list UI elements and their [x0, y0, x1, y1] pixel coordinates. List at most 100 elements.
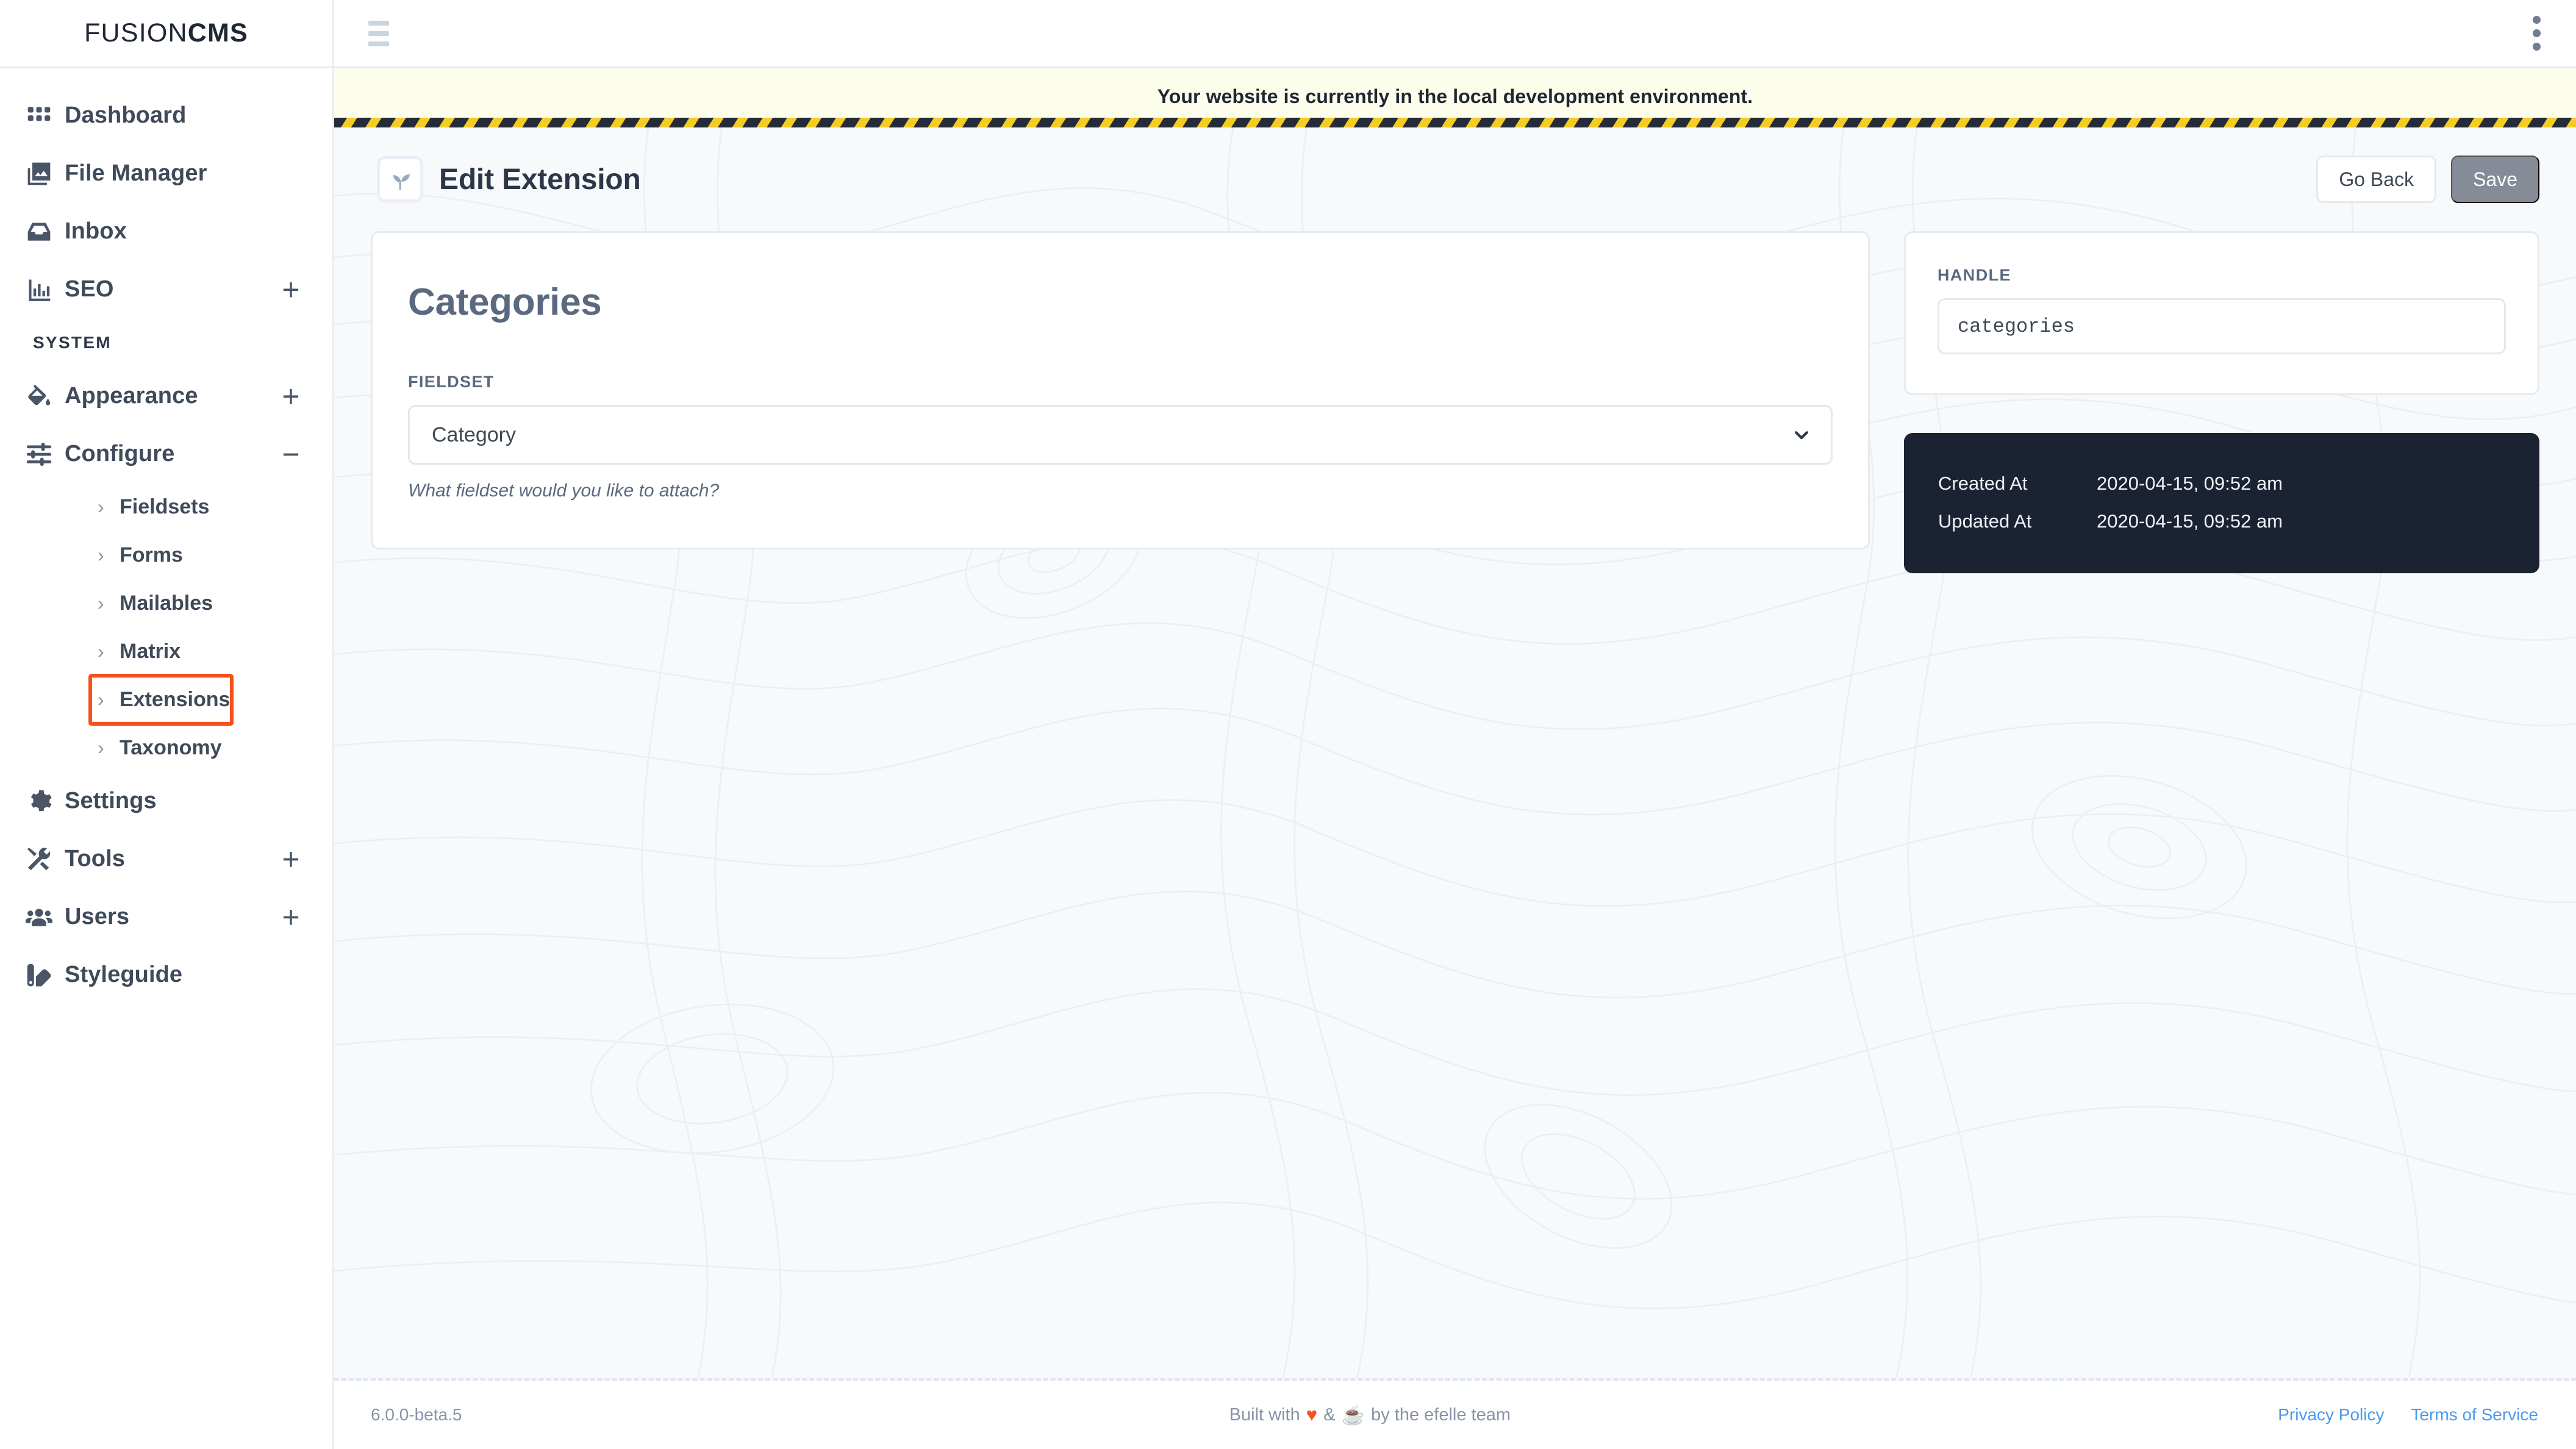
page-layout-row: Categories FIELDSET Category What fields… [371, 231, 2539, 573]
side-panel: HANDLE categories Created At 2020-04-15,… [1904, 231, 2539, 573]
sidebar-add-tools-button[interactable]: + [279, 844, 303, 875]
inbox-icon [26, 218, 65, 245]
brand-bold: CMS [187, 18, 248, 48]
chevron-right-icon: › [98, 544, 104, 566]
sidebar-item-users[interactable]: Users + [0, 888, 332, 946]
handle-input[interactable]: categories [1937, 298, 2506, 354]
handle-label: HANDLE [1937, 266, 2011, 284]
fieldset-select-wrap: Category [408, 405, 1833, 465]
hamburger-bar [368, 30, 389, 36]
metadata-key: Updated At [1938, 510, 2032, 532]
sidebar-expand-appearance-button[interactable]: + [279, 381, 303, 412]
hamburger-bar [368, 20, 389, 26]
swatch-icon [26, 962, 65, 989]
sidebar-item-forms[interactable]: › Forms [0, 531, 332, 579]
page-title: Edit Extension [439, 163, 641, 196]
paint-bucket-icon [26, 383, 65, 410]
credits-prefix: Built with [1229, 1404, 1300, 1425]
chevron-right-icon: › [98, 737, 104, 759]
metadata-row-updated: Updated At 2020-04-15, 09:52 am [1938, 503, 2505, 540]
sidebar-item-label: Dashboard [65, 102, 187, 128]
fieldset-help-text: What fieldset would you like to attach? [408, 481, 720, 501]
sidebar-item-appearance[interactable]: Appearance + [0, 367, 332, 425]
content-area: Edit Extension Go Back Save Categories F… [334, 127, 2576, 1381]
sidebar-item-taxonomy[interactable]: › Taxonomy [0, 724, 332, 772]
metadata-row-created: Created At 2020-04-15, 09:52 am [1938, 465, 2505, 503]
sidebar-subitem-label: Forms [120, 543, 183, 567]
sidebar-item-fieldsets[interactable]: › Fieldsets [0, 483, 332, 531]
sidebar-subitem-label: Taxonomy [120, 736, 222, 759]
sidebar-item-configure[interactable]: Configure − [0, 425, 332, 483]
sidebar-subitem-label: Fieldsets [120, 495, 210, 518]
sidebar-collapse-configure-button[interactable]: − [279, 439, 303, 470]
fieldset-select[interactable]: Category [408, 405, 1833, 465]
sidebar-item-matrix[interactable]: › Matrix [0, 628, 332, 676]
sidebar-nav: Dashboard File Manager Inbox SEO + SYSTE… [0, 68, 332, 1449]
images-icon [26, 160, 65, 187]
sidebar-item-file-manager[interactable]: File Manager [0, 145, 332, 202]
credits-amp: & [1323, 1404, 1336, 1425]
sidebar-add-users-button[interactable]: + [279, 902, 303, 932]
sidebar-item-dashboard[interactable]: Dashboard [0, 87, 332, 145]
credits-text: Built with ♥ & ☕ by the efelle team [1229, 1404, 1511, 1426]
chevron-right-icon: › [98, 496, 104, 518]
sidebar-item-tools[interactable]: Tools + [0, 830, 332, 888]
app-root: FUSIONCMS Dashboard File Manager Inbox S… [0, 0, 2576, 1449]
bar-chart-icon [26, 276, 65, 303]
sidebar-item-label: Styleguide [65, 962, 183, 987]
terms-of-service-link[interactable]: Terms of Service [2411, 1405, 2538, 1425]
kebab-dot [2533, 43, 2541, 51]
metadata-key: Created At [1938, 473, 2028, 494]
brand-light: FUSION [84, 18, 188, 48]
sidebar-item-inbox[interactable]: Inbox [0, 202, 332, 260]
footer: 6.0.0-beta.5 Built with ♥ & ☕ by the efe… [334, 1381, 2576, 1449]
metadata-value: 2020-04-15, 09:52 am [2097, 473, 2283, 494]
coffee-icon: ☕ [1341, 1404, 1365, 1426]
privacy-policy-link[interactable]: Privacy Policy [2278, 1405, 2384, 1425]
extension-form-card: Categories FIELDSET Category What fields… [371, 231, 1870, 549]
environment-banner: Your website is currently in the local d… [334, 68, 2576, 127]
version-label: 6.0.0-beta.5 [371, 1405, 462, 1424]
topbar [334, 0, 2576, 68]
kebab-menu-icon[interactable] [2525, 11, 2548, 55]
sidebar-subitem-label: Matrix [120, 640, 181, 663]
main-region: Your website is currently in the local d… [334, 0, 2576, 1449]
gear-icon [26, 788, 65, 815]
sidebar-item-extensions[interactable]: › Extensions [88, 674, 234, 726]
hamburger-bar [368, 41, 389, 46]
chevron-right-icon: › [98, 592, 104, 614]
sidebar-item-label: SEO [65, 276, 114, 302]
metadata-card: Created At 2020-04-15, 09:52 am Updated … [1904, 433, 2539, 573]
go-back-button[interactable]: Go Back [2316, 156, 2437, 203]
sidebar-item-label: Tools [65, 846, 126, 871]
extension-name-title: Categories [408, 281, 602, 323]
environment-banner-text: Your website is currently in the local d… [1157, 85, 1753, 107]
handle-card: HANDLE categories [1904, 231, 2539, 395]
users-icon [26, 904, 65, 931]
kebab-dot [2533, 16, 2541, 24]
save-button[interactable]: Save [2451, 156, 2539, 203]
sidebar-item-label: Configure [65, 441, 175, 467]
brand-text: FUSIONCMS [84, 18, 248, 48]
credits-suffix: by the efelle team [1371, 1404, 1511, 1425]
sidebar-subitem-label: Mailables [120, 592, 213, 615]
chevron-right-icon: › [98, 640, 104, 662]
sidebar-item-label: Inbox [65, 218, 127, 244]
sliders-icon [26, 441, 65, 468]
sidebar-item-mailables[interactable]: › Mailables [0, 579, 332, 628]
sidebar-item-styleguide[interactable]: Styleguide [0, 946, 332, 1004]
sidebar-add-seo-button[interactable]: + [279, 274, 303, 305]
fieldset-label: FIELDSET [408, 373, 495, 391]
page-header-actions: Go Back Save [2316, 156, 2539, 203]
content-inner: Edit Extension Go Back Save Categories F… [334, 127, 2576, 573]
sidebar-item-label: Settings [65, 788, 157, 814]
brand-logo[interactable]: FUSIONCMS [0, 0, 332, 68]
heart-icon: ♥ [1306, 1404, 1318, 1425]
kebab-dot [2533, 29, 2541, 37]
sidebar-item-settings[interactable]: Settings [0, 772, 332, 830]
caution-stripe [334, 118, 2576, 127]
sidebar-item-seo[interactable]: SEO + [0, 260, 332, 318]
seedling-icon [377, 156, 423, 202]
hamburger-icon[interactable] [366, 15, 392, 52]
sidebar-item-label: Appearance [65, 383, 198, 409]
